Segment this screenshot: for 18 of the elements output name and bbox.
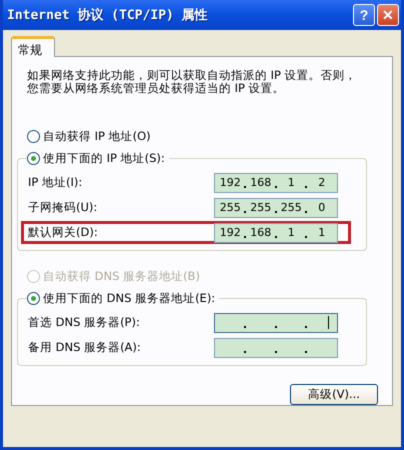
ip-address-field[interactable] xyxy=(214,338,338,358)
radio-option[interactable]: 自动获得 IP 地址(O) xyxy=(27,125,380,147)
field-label: 备用 DNS 服务器(A): xyxy=(28,340,141,355)
ip-address-field[interactable]: 192 168 1 1 xyxy=(214,222,338,242)
window-title: Internet 协议 (TCP/IP) 属性 xyxy=(7,6,209,24)
advanced-button[interactable]: 高级(V)... xyxy=(290,384,378,405)
close-button[interactable]: ✕ xyxy=(377,4,399,26)
help-button[interactable]: ? xyxy=(353,4,375,26)
field-label: 子网掩码(U): xyxy=(28,200,98,215)
field-label: IP 地址(I): xyxy=(28,175,82,190)
field-label: 默认网关(D): xyxy=(28,225,98,240)
ip-address-field[interactable] xyxy=(214,312,338,332)
field-label: 首选 DNS 服务器(P): xyxy=(28,315,140,330)
tab[interactable]: 常规 xyxy=(11,36,55,57)
description-text: 如果网络支持此功能，则可以获取自动指派的 IP 设置。否则，您需要从网络系统管理员处获得适当的 IP 设置。 xyxy=(27,69,358,95)
ip-address-field[interactable]: 255 255 255 0 xyxy=(214,198,338,218)
text-cursor xyxy=(328,316,329,328)
ip-address-field[interactable]: 192 168 1 2 xyxy=(214,172,338,192)
